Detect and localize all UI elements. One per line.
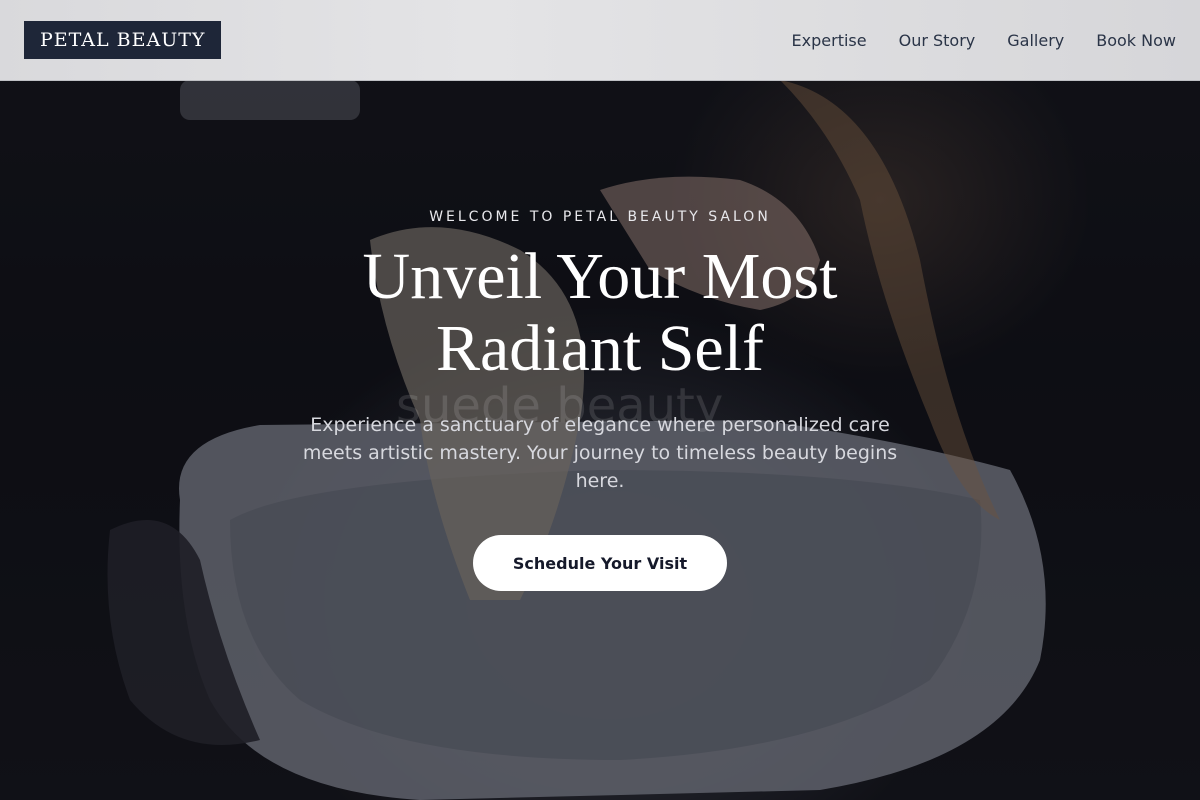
landing-page: suede beauty PETAL BEAUTY Expertise Our … [0, 0, 1200, 800]
hero-headline: Unveil Your Most Radiant Self [362, 240, 838, 385]
nav-link-book-now[interactable]: Book Now [1096, 31, 1176, 50]
hero-section: WELCOME TO PETAL BEAUTY SALON Unveil You… [0, 0, 1200, 800]
nav-link-expertise[interactable]: Expertise [792, 31, 867, 50]
hero-eyebrow: WELCOME TO PETAL BEAUTY SALON [429, 209, 771, 225]
site-logo[interactable]: PETAL BEAUTY [24, 21, 222, 59]
schedule-visit-button[interactable]: Schedule Your Visit [473, 535, 727, 591]
nav-link-our-story[interactable]: Our Story [899, 31, 976, 50]
nav-link-gallery[interactable]: Gallery [1007, 31, 1064, 50]
main-nav: Expertise Our Story Gallery Book Now [792, 31, 1176, 50]
hero-subtext: Experience a sanctuary of elegance where… [302, 414, 898, 492]
site-header: PETAL BEAUTY Expertise Our Story Gallery… [0, 0, 1200, 81]
